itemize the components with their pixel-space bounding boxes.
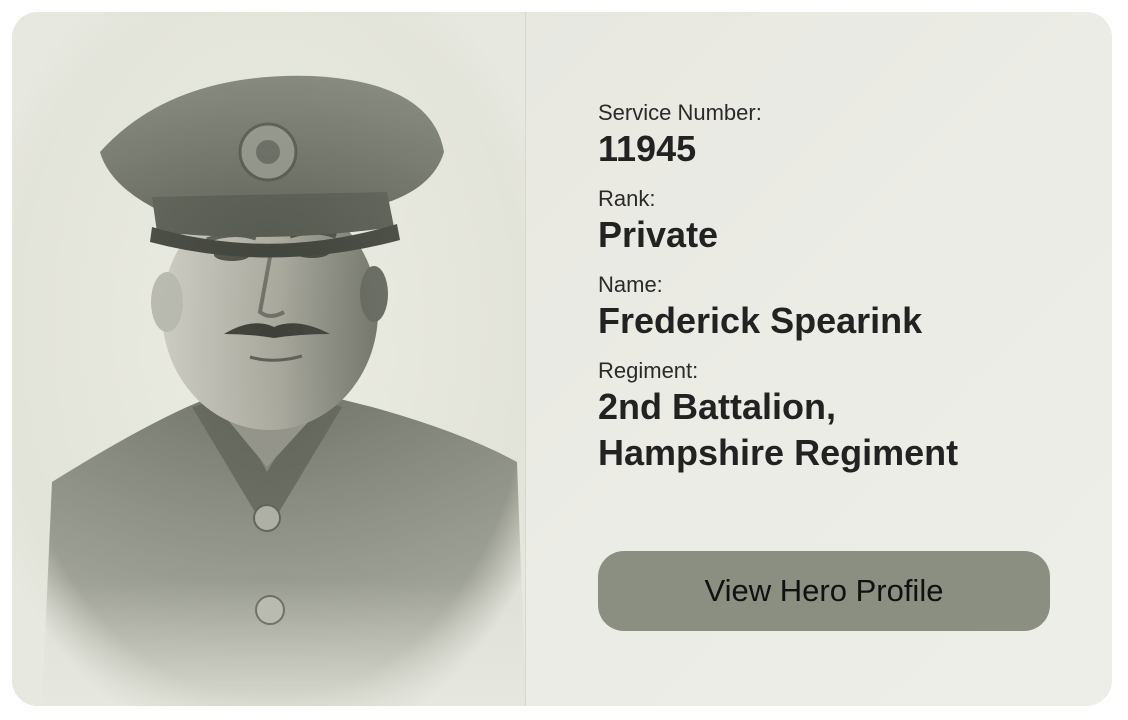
view-hero-profile-button[interactable]: View Hero Profile <box>598 551 1050 631</box>
regiment-value: 2nd Battalion, Hampshire Regiment <box>598 384 1078 476</box>
regiment-value-line2: Hampshire Regiment <box>598 432 959 473</box>
service-number-value: 11945 <box>598 128 697 169</box>
soldier-portrait-image <box>12 12 525 706</box>
service-number-label: Service Number: <box>598 100 762 125</box>
hero-card: Service Number: 11945 Rank: Private Name… <box>12 12 1112 706</box>
name-label: Name: <box>598 272 663 297</box>
rank-value: Private <box>598 214 719 255</box>
details-panel: Service Number: 11945 Rank: Private Name… <box>526 12 1112 706</box>
soldier-details: Service Number: 11945 Rank: Private Name… <box>598 100 1078 476</box>
regiment-value-line1: 2nd Battalion, <box>598 386 837 427</box>
regiment-label: Regiment: <box>598 358 699 383</box>
name-value: Frederick Spearink <box>598 300 923 341</box>
rank-label: Rank: <box>598 186 656 211</box>
portrait-photo <box>12 12 526 706</box>
